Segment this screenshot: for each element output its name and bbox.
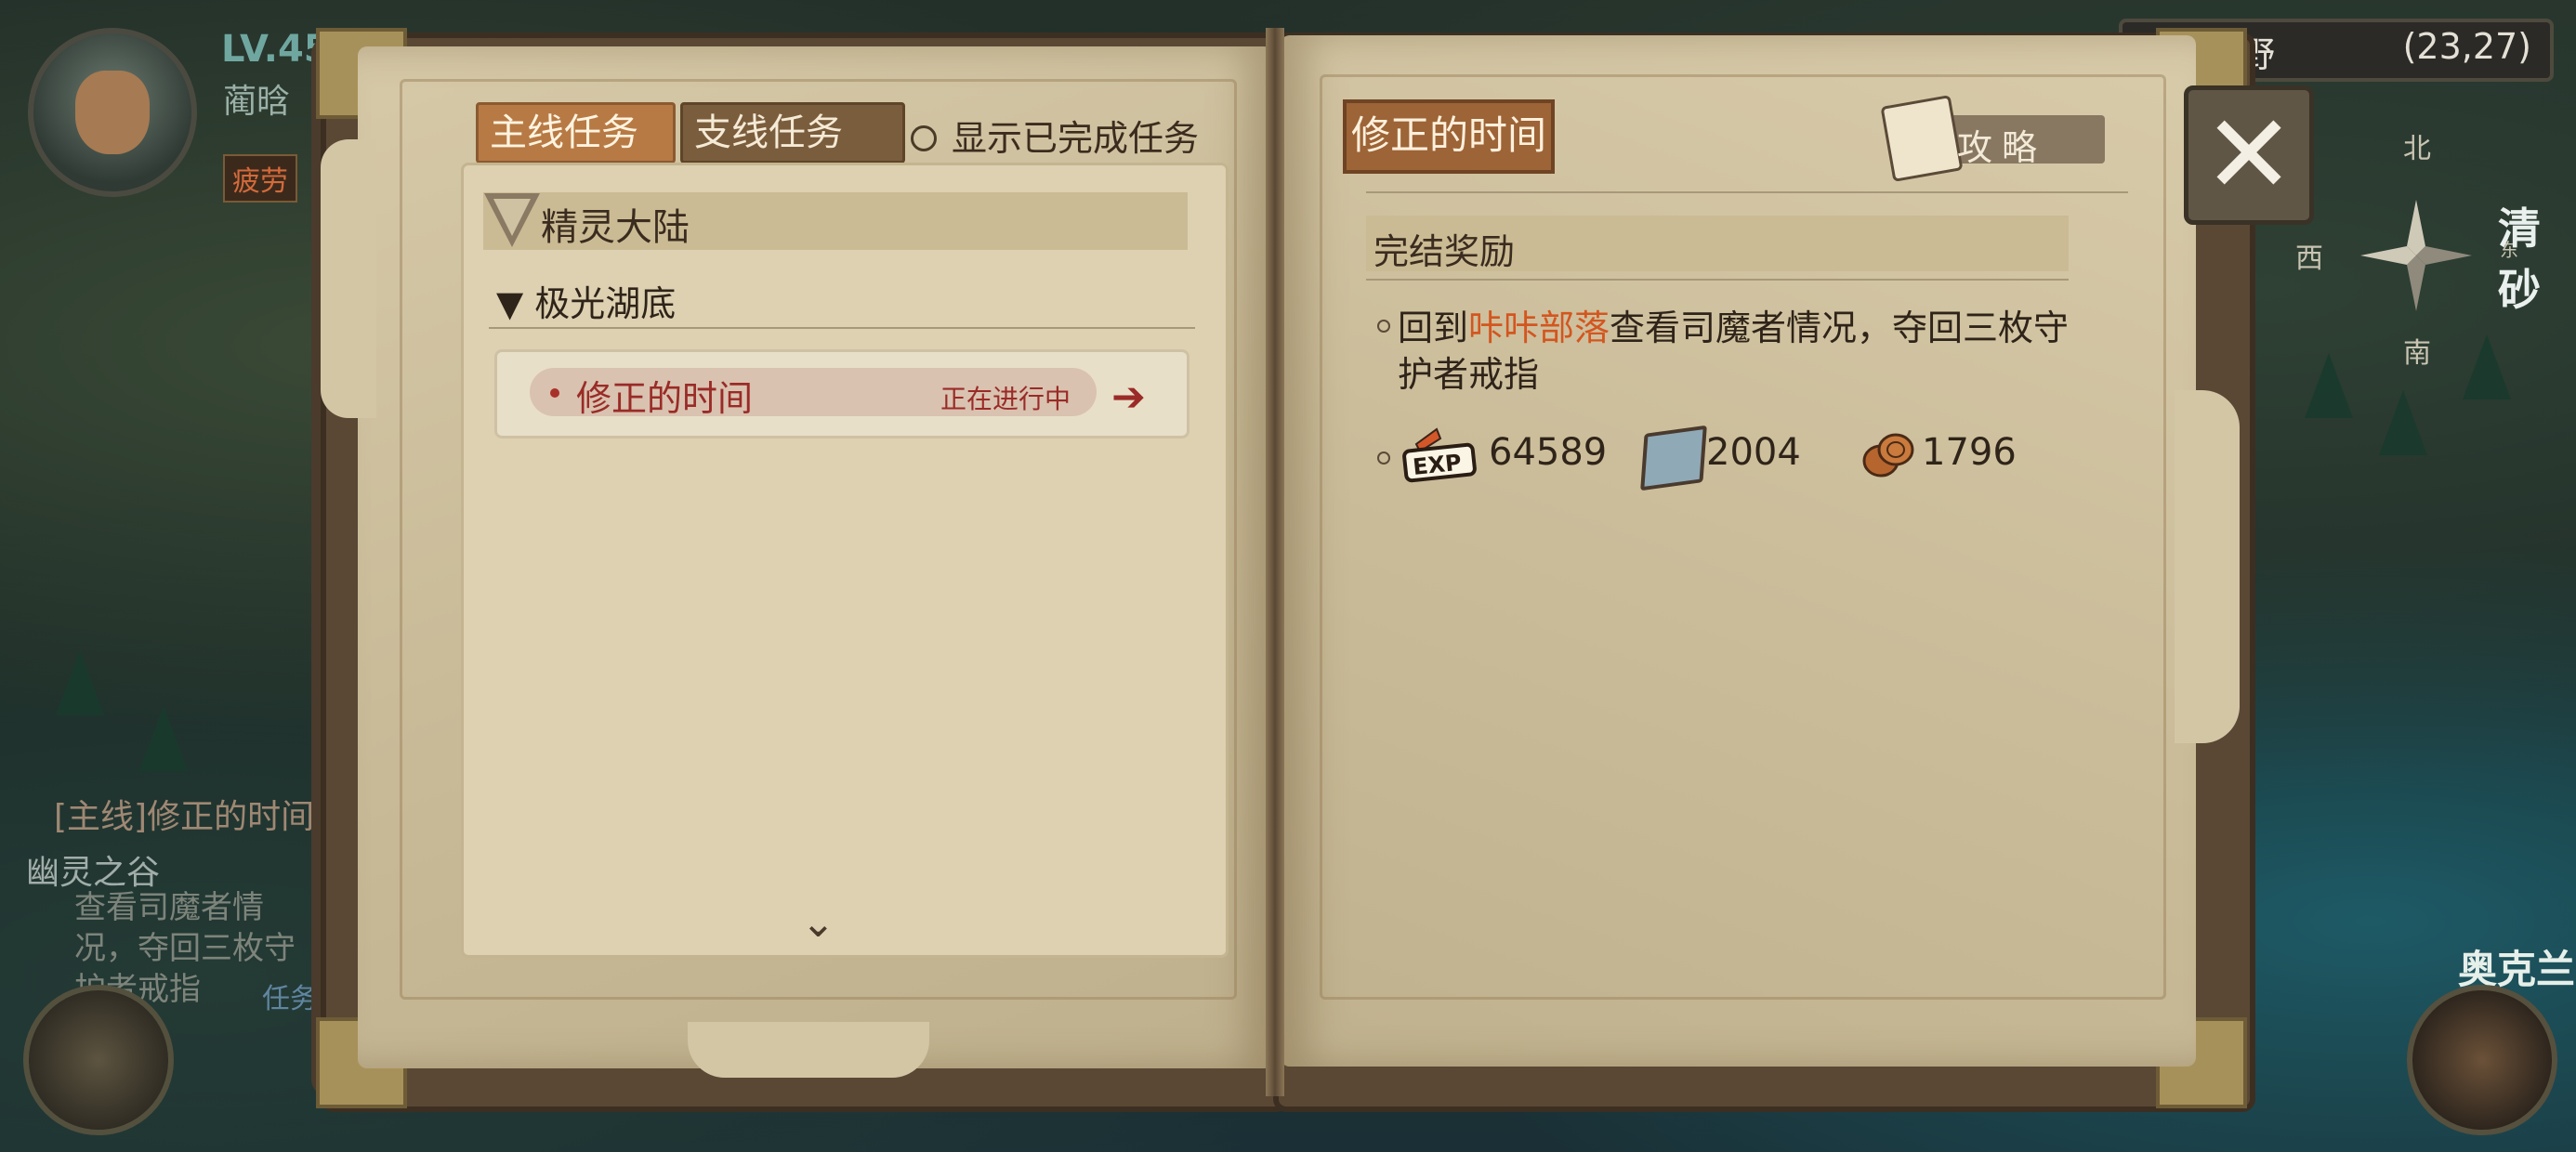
radio-icon[interactable] bbox=[911, 124, 937, 151]
compass-west: 西 bbox=[2295, 242, 2323, 275]
quest-item-status: 正在进行中 bbox=[940, 384, 1071, 414]
map-tree bbox=[56, 650, 104, 715]
page-tear bbox=[321, 139, 376, 418]
home-button[interactable] bbox=[2407, 985, 2557, 1135]
guide-button-label[interactable]: 攻略 bbox=[1957, 119, 2046, 170]
map-tree bbox=[2305, 353, 2353, 418]
reward-exp-value: 64589 bbox=[1489, 431, 1608, 474]
pet-button[interactable] bbox=[23, 985, 174, 1135]
compass-rose: 北 南 西 东 bbox=[2295, 133, 2518, 370]
chevron-down-icon[interactable]: ⌄ bbox=[801, 899, 835, 947]
region-label: 精灵大陆 bbox=[541, 206, 690, 249]
task-button-label[interactable]: 任务 bbox=[262, 975, 318, 1016]
map-place-label: 清砂 bbox=[2498, 203, 2541, 315]
reward-section-label: 完结奖励 bbox=[1373, 231, 1516, 272]
quest-detail-title: 修正的时间 bbox=[1343, 99, 1555, 174]
coin-icon bbox=[1862, 433, 1914, 478]
map-tree bbox=[2379, 390, 2427, 455]
tab-side-quests[interactable]: 支线任务 bbox=[680, 102, 905, 164]
page-tear bbox=[2175, 390, 2240, 743]
skill-book-icon bbox=[1640, 425, 1707, 491]
compass-icon bbox=[2360, 200, 2472, 311]
tracked-quest-title[interactable]: [主线]修正的时间 bbox=[54, 790, 314, 838]
bullet-icon bbox=[1377, 452, 1390, 465]
divider bbox=[1366, 279, 2069, 281]
bullet-icon bbox=[1377, 320, 1390, 333]
player-avatar[interactable] bbox=[28, 28, 197, 197]
book-spine bbox=[1266, 28, 1284, 1096]
quest-description: 回到咔咔部落查看司魔者情况，夺回三枚守护者戒指 bbox=[1398, 305, 2085, 398]
reward-book-value: 2004 bbox=[1706, 431, 1801, 474]
page-border bbox=[1320, 74, 2166, 1000]
close-button[interactable]: ✕ bbox=[2184, 85, 2314, 225]
exp-icon: EXP bbox=[1402, 427, 1477, 483]
page-tear bbox=[688, 1022, 929, 1078]
divider bbox=[489, 327, 1195, 329]
bullet-icon bbox=[550, 388, 559, 398]
zone-header[interactable]: ▼ 极光湖底 bbox=[496, 275, 676, 326]
collapse-triangle-icon[interactable] bbox=[484, 193, 540, 247]
fatigue-badge: 疲劳 bbox=[223, 154, 297, 203]
tab-main-quests[interactable]: 主线任务 bbox=[476, 102, 676, 164]
reward-coin-value: 1796 bbox=[1922, 431, 2017, 474]
map-tree bbox=[139, 706, 188, 771]
map-tree bbox=[2463, 334, 2511, 399]
show-completed-toggle[interactable]: 显示已完成任务 bbox=[911, 110, 1199, 161]
arrow-right-icon[interactable]: ➔ bbox=[1111, 373, 1146, 421]
compass-north: 北 bbox=[2403, 133, 2431, 165]
compass-south: 南 bbox=[2403, 337, 2431, 370]
scroll-icon[interactable] bbox=[1880, 95, 1964, 182]
player-name: 蔺晗 bbox=[223, 83, 291, 121]
desc-text: 回到 bbox=[1398, 308, 1469, 348]
divider bbox=[1366, 191, 2128, 193]
svg-text:EXP: EXP bbox=[1412, 450, 1463, 480]
quest-item-name[interactable]: 修正的时间 bbox=[576, 370, 753, 421]
show-completed-label: 显示已完成任务 bbox=[952, 118, 1200, 159]
minimap-coordinates: (23,27) bbox=[2402, 26, 2531, 67]
desc-location-link[interactable]: 咔咔部落 bbox=[1468, 308, 1610, 348]
close-icon[interactable]: ✕ bbox=[2188, 85, 2309, 224]
